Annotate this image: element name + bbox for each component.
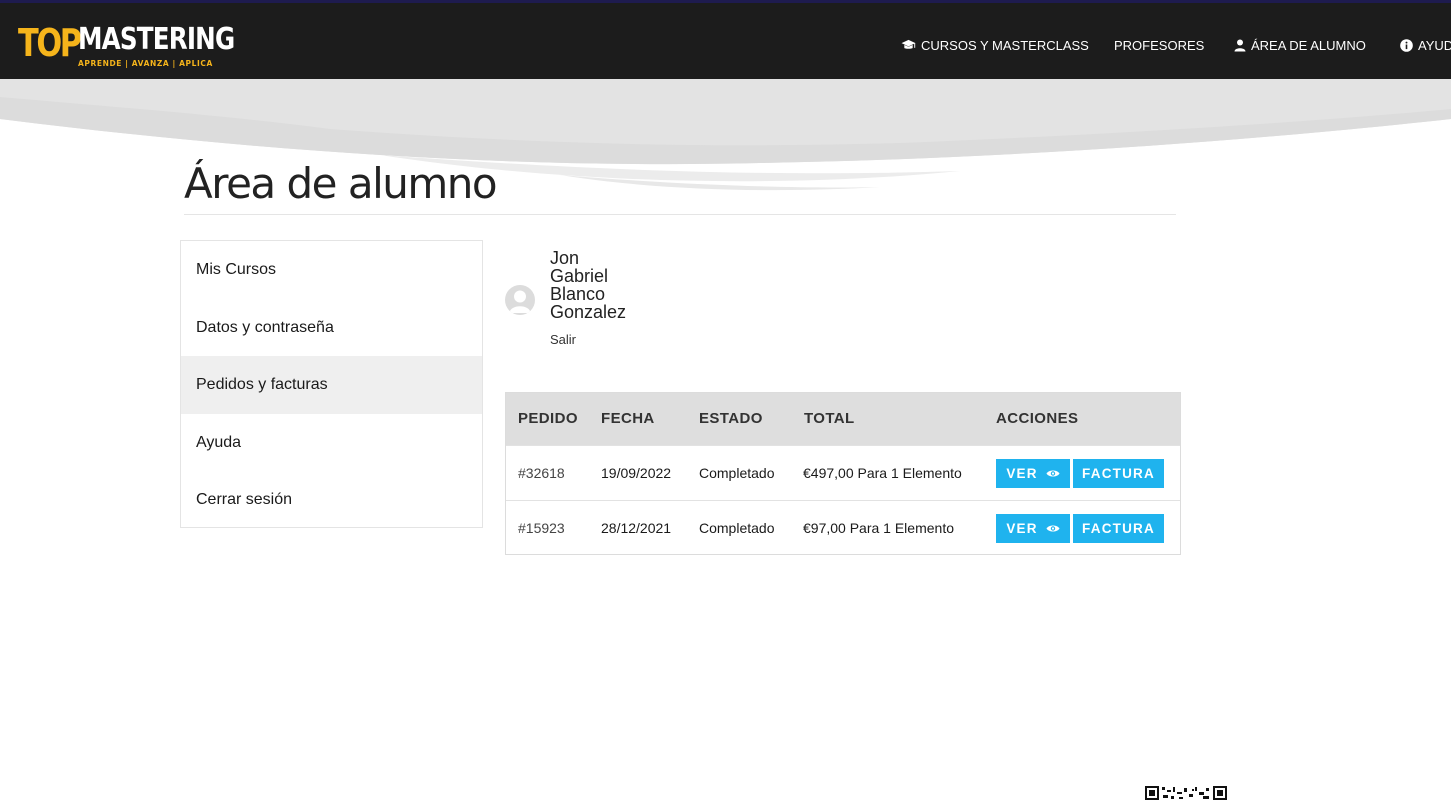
order-total: €97,00 Para 1 Elemento [803,520,954,536]
sidebar-item-mis-cursos[interactable]: Mis Cursos [181,241,482,299]
account-sidebar: Mis Cursos Datos y contraseña Pedidos y … [180,240,483,528]
logout-link[interactable]: Salir [550,332,576,347]
table-header: PEDIDO FECHA ESTADO TOTAL ACCIONES [506,393,1180,445]
title-divider [184,214,1176,215]
top-mastering-logo[interactable]: TOP MASTERING APRENDE | AVANZA | APLICA [18,21,235,69]
order-number[interactable]: #15923 [518,501,565,555]
order-number[interactable]: #32618 [518,446,565,500]
nav-item-area-de-alumno[interactable]: ÁREA DE ALUMNO [1234,35,1366,55]
order-date: 19/09/2022 [601,465,672,481]
user-avatar-icon [509,290,531,313]
table-row: #32618 19/09/2022 Completado €497,00 Par… [506,445,1180,500]
order-date: 28/12/2021 [601,520,672,536]
view-order-button[interactable]: VER [996,459,1070,488]
table-row: #15923 28/12/2021 Completado €97,00 Para… [506,500,1180,555]
eye-icon [1046,469,1060,478]
eye-icon [1046,524,1060,533]
avatar [505,285,535,315]
logo-main-text: MASTERING [78,22,235,57]
view-order-button[interactable]: VER [996,514,1070,543]
user-name-line: Blanco [550,284,606,304]
invoice-button[interactable]: FACTURA [1073,514,1164,543]
graduation-cap-icon [901,39,916,52]
view-button-label: VER [1006,466,1038,481]
user-name: Jon Gabriel Blanco Gonzalez [550,249,650,321]
column-header-acciones: ACCIONES [996,410,1079,427]
logo-top-text: TOP [18,21,82,65]
user-name-line: Gabriel [550,266,609,286]
view-button-label: VER [1006,521,1038,536]
order-total: €497,00 Para 1 Elemento [803,465,962,481]
nav-item-label: PROFESORES [1114,37,1205,53]
user-name-line: Gonzalez [550,302,627,322]
logo-tagline: APRENDE | AVANZA | APLICA [78,59,213,68]
sidebar-item-datos-contrasena[interactable]: Datos y contraseña [181,299,482,357]
sidebar-item-ayuda[interactable]: Ayuda [181,414,482,472]
page-title: Área de alumno [184,159,498,208]
orders-table: PEDIDO FECHA ESTADO TOTAL ACCIONES #3261… [505,392,1181,555]
nav-item-label: AYUD [1418,37,1451,53]
nav-item-ayuda[interactable]: AYUD [1400,35,1451,55]
column-header-pedido: PEDIDO [518,410,578,427]
order-status: Completado [699,520,775,536]
order-status: Completado [699,465,775,481]
column-header-fecha: FECHA [601,410,655,427]
info-icon [1400,38,1413,52]
nav-item-profesores[interactable]: PROFESORES [1114,35,1204,55]
sidebar-item-cerrar-sesion[interactable]: Cerrar sesión [181,471,482,529]
nav-item-label: CURSOS Y MASTERCLASS [921,37,1089,53]
top-navigation-bar: TOP MASTERING APRENDE | AVANZA | APLICA … [0,0,1451,79]
qr-code-icon [1145,786,1227,800]
column-header-total: TOTAL [804,410,855,427]
invoice-button[interactable]: FACTURA [1073,459,1164,488]
nav-item-cursos[interactable]: CURSOS Y MASTERCLASS [901,35,1089,55]
sidebar-item-pedidos-facturas[interactable]: Pedidos y facturas [181,356,482,414]
column-header-estado: ESTADO [699,410,763,427]
nav-item-label: ÁREA DE ALUMNO [1251,37,1366,53]
user-icon [1234,39,1246,52]
user-name-line: Jon [550,248,580,268]
